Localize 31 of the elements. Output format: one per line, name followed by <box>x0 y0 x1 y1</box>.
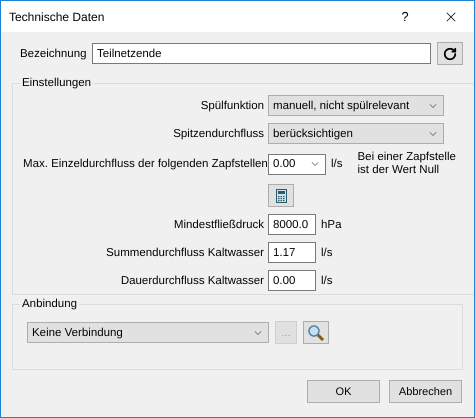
group-title: Anbindung <box>21 298 78 310</box>
field-label: Bezeichnung <box>20 48 86 60</box>
group-title: Einstellungen <box>21 77 92 89</box>
field-label: Spülfunktion <box>200 100 264 112</box>
field-label: Mindestfließdruck <box>172 218 264 230</box>
search-button[interactable] <box>303 321 329 344</box>
unit-label: l/s <box>321 274 332 286</box>
refresh-icon <box>443 46 457 60</box>
name-field[interactable]: Teilnetzende <box>92 43 431 64</box>
unit-label: l/s <box>321 246 332 258</box>
input-field[interactable]: 8000.0 <box>268 214 316 235</box>
calculator-icon <box>276 188 286 202</box>
unit-label: l/s <box>331 158 342 170</box>
dropdown[interactable]: 0.00 <box>268 154 326 174</box>
dialog-button[interactable]: Abbrechen <box>389 380 462 403</box>
dialog-button[interactable]: OK <box>307 380 380 403</box>
input-field[interactable]: 0.00 <box>268 270 316 291</box>
dropdown[interactable]: Keine Verbindung <box>27 322 269 343</box>
hint-text: Bei einer Zapfstelle ist der Wert Null <box>358 151 457 177</box>
input-field[interactable]: 1.17 <box>268 242 316 263</box>
dropdown[interactable]: berücksichtigen <box>268 123 444 144</box>
field-label: Dauerdurchfluss Kaltwasser <box>120 274 264 286</box>
unit-label: hPa <box>321 218 342 230</box>
refresh-button[interactable] <box>437 42 463 65</box>
dropdown[interactable]: manuell, nicht spülrelevant <box>268 95 444 116</box>
calculator-button[interactable] <box>268 184 294 207</box>
search-icon <box>308 324 324 340</box>
field-label: Summendurchfluss Kaltwasser <box>105 246 264 258</box>
window-title: Technische Daten <box>9 10 106 24</box>
help-button[interactable]: ? <box>382 9 428 24</box>
field-label: Spitzendurchfluss <box>172 128 264 140</box>
